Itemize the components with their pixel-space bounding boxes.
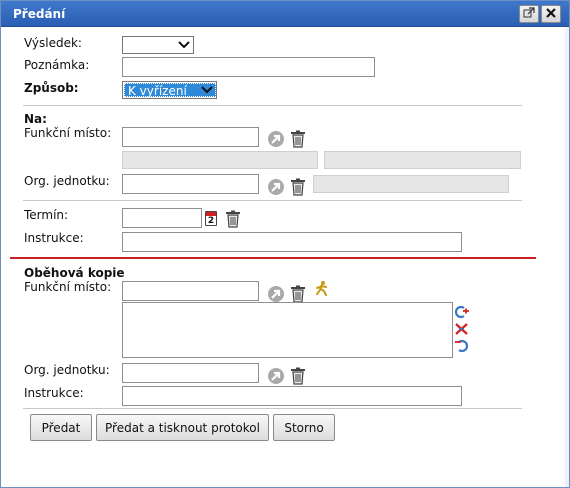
section-separator (10, 257, 536, 259)
vysledek-select[interactable] (122, 36, 194, 54)
na-org-jednotku-label: Org. jednotku: (24, 174, 110, 188)
person-walking-icon[interactable] (314, 280, 332, 298)
select-arrow-icon[interactable] (267, 130, 285, 148)
dialog-title: Předání (13, 7, 66, 21)
calendar-day: 2 (207, 216, 215, 226)
na-funkcni-misto-label: Funkční místo: (24, 126, 112, 140)
close-button[interactable] (541, 5, 561, 23)
na-funkcni-misto-readonly-2 (324, 151, 521, 169)
termin-label: Termín: (24, 208, 69, 222)
trash-icon[interactable] (290, 178, 308, 196)
add-recipient-icon[interactable] (454, 305, 472, 323)
poznamka-label: Poznámka: (24, 58, 90, 72)
chevron-down-icon (200, 84, 214, 99)
select-arrow-icon[interactable] (267, 285, 285, 303)
trash-icon[interactable] (290, 285, 308, 303)
na-instrukce-label: Instrukce: (24, 231, 84, 245)
predat-button[interactable]: Předat (30, 414, 92, 441)
ok-funkcni-misto-label: Funkční místo: (24, 280, 112, 294)
divider (23, 408, 522, 409)
ok-instrukce-label: Instrukce: (24, 386, 84, 400)
undo-recipient-icon[interactable] (454, 338, 472, 356)
select-arrow-icon[interactable] (267, 367, 285, 385)
zpusob-select[interactable]: K vyřízení (122, 81, 217, 99)
trash-icon[interactable] (225, 210, 243, 228)
na-funkcni-misto-input[interactable] (122, 127, 259, 147)
trash-icon[interactable] (290, 130, 308, 148)
obehova-kopie-heading: Oběhová kopie (24, 266, 125, 280)
trash-icon[interactable] (290, 367, 308, 385)
divider (23, 105, 522, 106)
poznamka-input[interactable] (122, 57, 375, 77)
ok-funkcni-misto-input[interactable] (122, 281, 259, 301)
na-heading: Na: (24, 112, 47, 126)
popout-button[interactable] (519, 5, 539, 23)
scrollbar-edge (565, 27, 569, 487)
vysledek-label: Výsledek: (24, 36, 82, 50)
predat-a-tisknout-button[interactable]: Předat a tisknout protokol (96, 414, 269, 441)
ok-org-jednotku-input[interactable] (122, 363, 259, 383)
ok-recipients-list[interactable] (122, 302, 453, 358)
chevron-down-icon (177, 39, 191, 54)
na-funkcni-misto-readonly-1 (122, 151, 318, 169)
ok-org-jednotku-label: Org. jednotku: (24, 363, 110, 377)
close-icon (545, 7, 557, 22)
storno-button[interactable]: Storno (273, 414, 335, 441)
select-arrow-icon[interactable] (267, 178, 285, 196)
termin-input[interactable] (122, 208, 202, 228)
na-org-jednotku-input[interactable] (122, 174, 259, 194)
divider (23, 200, 522, 201)
predani-dialog: Předání Výsledek: Poznámka: Způsob: K vy… (0, 0, 570, 488)
na-instrukce-input[interactable] (122, 232, 462, 252)
dialog-titlebar[interactable]: Předání (1, 1, 569, 27)
zpusob-label: Způsob: (24, 81, 79, 95)
calendar-icon[interactable]: 2 (205, 211, 217, 226)
na-org-jednotku-readonly (313, 175, 509, 193)
popout-icon (523, 6, 535, 22)
ok-instrukce-input[interactable] (122, 386, 462, 406)
